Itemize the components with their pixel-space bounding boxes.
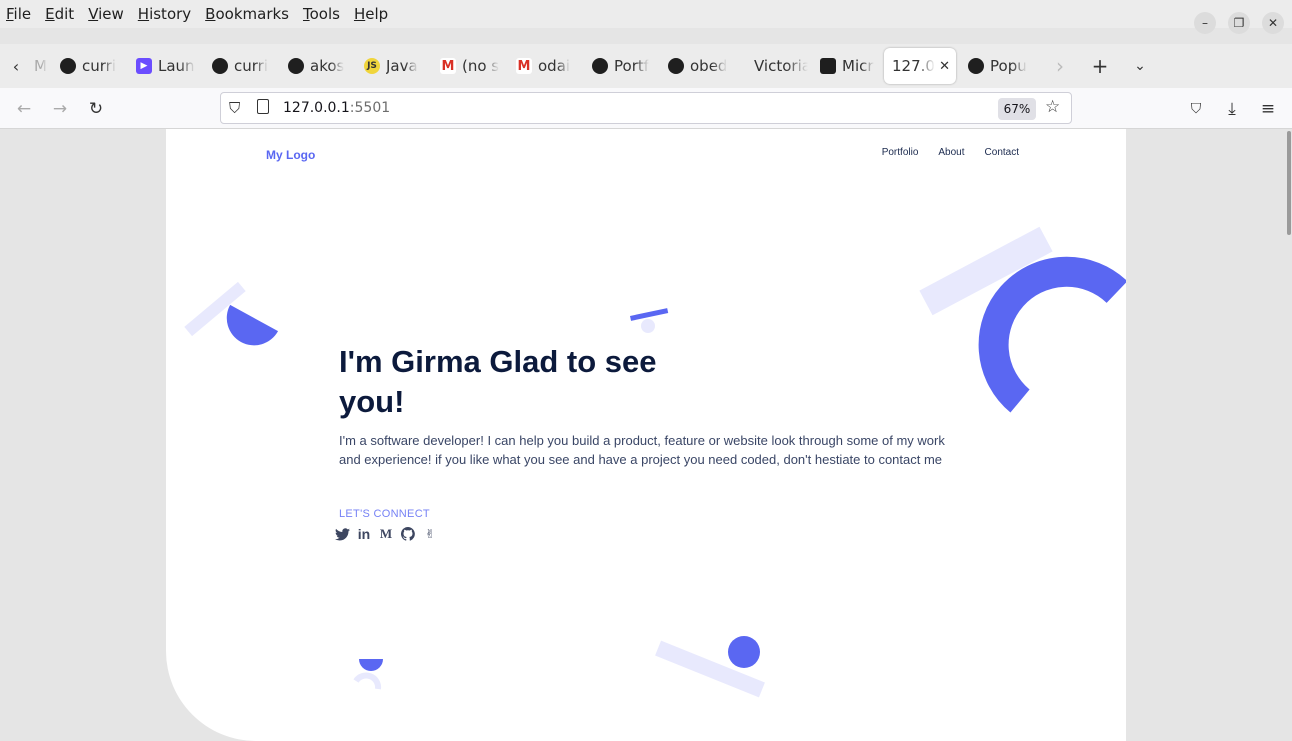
tab[interactable]: M odai xyxy=(510,48,586,84)
tab-label: curri xyxy=(234,57,268,75)
url-host: 127.0.0.1 xyxy=(283,100,350,116)
tab-label: Portf xyxy=(614,57,650,75)
twitter-icon[interactable] xyxy=(334,526,350,542)
menu-tools[interactable]: Tools xyxy=(303,5,340,23)
tab-label: Victoria xyxy=(754,57,808,75)
tab[interactable]: JS Java xyxy=(358,48,434,84)
tab-label: odai xyxy=(538,57,571,75)
tab-label: (no s xyxy=(462,57,500,75)
close-tab-icon[interactable]: ✕ xyxy=(939,59,950,74)
tab[interactable]: Victoria xyxy=(738,48,814,84)
lets-connect-label: LET'S CONNECT xyxy=(339,508,430,520)
url-bar[interactable]: ⛉ 127.0.0.1:5501 67% ☆ xyxy=(220,92,1072,124)
figma-icon xyxy=(820,58,836,74)
back-button[interactable]: ← xyxy=(12,97,36,121)
decor-small-bar xyxy=(629,308,669,321)
minimize-button[interactable]: – xyxy=(1194,12,1216,34)
tab-label: M xyxy=(34,57,47,75)
decor-arc xyxy=(978,256,1126,413)
tab[interactable]: Popu xyxy=(962,48,1040,84)
hero-title: I'm Girma Glad to see you! xyxy=(339,344,657,419)
tab[interactable]: curri xyxy=(54,48,130,84)
gmail-icon: M xyxy=(516,58,532,74)
menu-bookmarks[interactable]: Bookmarks xyxy=(205,5,289,23)
tab-label: akos xyxy=(310,57,345,75)
tab-label: 127.0. xyxy=(892,57,936,75)
tab[interactable]: Micr xyxy=(814,48,884,84)
menu-hamburger-icon[interactable]: ≡ xyxy=(1256,97,1280,121)
tab[interactable]: M xyxy=(32,48,54,84)
angellist-icon[interactable]: ✌ xyxy=(422,526,438,542)
decor-small-half-circle xyxy=(359,659,383,671)
menu-edit[interactable]: Edit xyxy=(45,5,74,23)
close-window-button[interactable]: ✕ xyxy=(1262,12,1284,34)
url-text[interactable]: 127.0.0.1:5501 xyxy=(283,100,390,116)
window-controls: – ❐ ✕ xyxy=(1194,12,1284,34)
menu-file[interactable]: File xyxy=(6,5,31,23)
navigation-bar: ← → ↻ ⛉ 127.0.0.1:5501 67% ☆ ⛉ ⤓ ≡ xyxy=(0,88,1292,129)
tab-label: Popu xyxy=(990,57,1027,75)
medium-icon[interactable]: M xyxy=(378,526,394,542)
menu-view[interactable]: View xyxy=(88,5,124,23)
portfolio-page: My Logo Portfolio About Contact I'm Girm… xyxy=(166,129,1126,741)
bookmark-star-icon[interactable]: ☆ xyxy=(1045,97,1060,117)
decor-small-circle xyxy=(641,319,655,333)
github-icon xyxy=(668,58,684,74)
github-icon xyxy=(60,58,76,74)
tab-label: obed xyxy=(690,57,728,75)
js-icon: JS xyxy=(364,58,380,74)
tab-active[interactable]: 127.0. ✕ xyxy=(884,48,956,84)
tab[interactable]: akos xyxy=(282,48,358,84)
github-icon xyxy=(968,58,984,74)
zoom-level-badge[interactable]: 67% xyxy=(998,98,1036,120)
site-nav: Portfolio About Contact xyxy=(882,147,1019,158)
tab-label: Laun xyxy=(158,57,195,75)
github-icon xyxy=(592,58,608,74)
tab-strip: ‹ M curri ▶ Laun curri akos JS Java M (n… xyxy=(0,44,1292,88)
tab[interactable]: obed xyxy=(662,48,738,84)
social-links: in M ✌ xyxy=(334,526,438,542)
github-icon xyxy=(288,58,304,74)
scroll-thumb[interactable] xyxy=(1287,131,1291,235)
menu-help[interactable]: Help xyxy=(354,5,388,23)
hero-description: I'm a software developer! I can help you… xyxy=(339,433,945,467)
nav-link-contact[interactable]: Contact xyxy=(985,147,1019,158)
decor-bottom-circle xyxy=(728,636,760,668)
nav-link-about[interactable]: About xyxy=(938,147,964,158)
tab[interactable]: curri xyxy=(206,48,282,84)
shield-icon[interactable]: ⛉ xyxy=(229,99,240,117)
reload-button[interactable]: ↻ xyxy=(84,97,108,121)
tab[interactable]: M (no s xyxy=(434,48,510,84)
gmail-icon: M xyxy=(440,58,456,74)
decor-half-circle xyxy=(226,304,279,346)
tab-label: curri xyxy=(82,57,116,75)
downloads-icon[interactable]: ⤓ xyxy=(1220,97,1244,121)
tab-scroll-left-button[interactable]: ‹ xyxy=(0,44,32,88)
pocket-icon[interactable]: ⛉ xyxy=(1184,97,1208,121)
page-viewport: My Logo Portfolio About Contact I'm Girm… xyxy=(0,129,1292,741)
zoom-icon: ▶ xyxy=(136,58,152,74)
decor-small-arc xyxy=(353,672,382,690)
tab[interactable]: Portf xyxy=(586,48,662,84)
new-tab-button[interactable]: + xyxy=(1080,48,1120,84)
page-scrollbar[interactable] xyxy=(1280,129,1292,741)
url-port: :5501 xyxy=(349,100,391,116)
github-icon[interactable] xyxy=(400,526,416,542)
linkedin-icon[interactable]: in xyxy=(356,526,372,542)
tab-label: Micr xyxy=(842,57,874,75)
menu-bar: File Edit View History Bookmarks Tools H… xyxy=(0,0,1292,28)
tab-scroll-right-button[interactable]: › xyxy=(1040,48,1080,84)
nav-link-portfolio[interactable]: Portfolio xyxy=(882,147,919,158)
site-logo[interactable]: My Logo xyxy=(266,148,315,162)
menu-history[interactable]: History xyxy=(138,5,191,23)
tab[interactable]: ▶ Laun xyxy=(130,48,206,84)
forward-button[interactable]: → xyxy=(48,97,72,121)
page-icon xyxy=(257,99,269,114)
tab-label: Java xyxy=(386,57,418,75)
list-all-tabs-button[interactable]: ⌄ xyxy=(1120,48,1160,84)
github-icon xyxy=(212,58,228,74)
restore-button[interactable]: ❐ xyxy=(1228,12,1250,34)
